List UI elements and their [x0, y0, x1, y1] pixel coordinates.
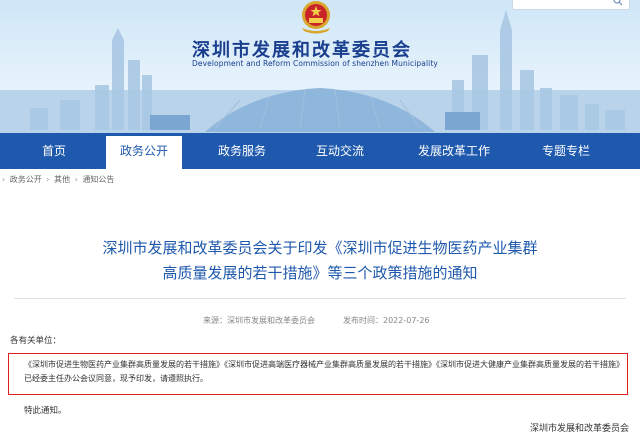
breadcrumb: › 政务公开 › 其他 › 通知公告 — [0, 174, 114, 188]
breadcrumb-item-disclosure[interactable]: 政务公开 — [10, 175, 42, 184]
article-source: 来源：深圳市发展和改革委员会 — [203, 315, 315, 326]
national-emblem-icon — [302, 1, 330, 34]
article-salutation: 各有关单位： — [10, 336, 62, 346]
nav-item-special-topics[interactable]: 专题专栏 — [528, 133, 604, 169]
source-value: 深圳市发展和改革委员会 — [227, 316, 315, 325]
nav-item-home[interactable]: 首页 — [22, 133, 86, 169]
title-divider — [14, 298, 626, 299]
article-title: 深圳市发展和改革委员会关于印发《深圳市促进生物医药产业集群 高质量发展的若干措施… — [60, 236, 580, 286]
article-closing: 特此通知。 — [24, 406, 67, 416]
site-header: 深圳市发展和改革委员会 Development and Reform Commi… — [0, 0, 640, 133]
article-title-line: 深圳市发展和改革委员会关于印发《深圳市促进生物医药产业集群 — [102, 239, 538, 257]
nav-item-development-reform-work[interactable]: 发展改革工作 — [408, 133, 500, 169]
breadcrumb-item-notices[interactable]: 通知公告 — [82, 175, 114, 184]
nav-item-government-affairs-disclosure[interactable]: 政务公开 — [106, 136, 182, 169]
breadcrumb-separator: › — [46, 175, 50, 184]
site-subtitle: Development and Reform Commission of she… — [192, 59, 438, 68]
search-input[interactable] — [512, 0, 630, 10]
date-value: 2022-07-26 — [383, 316, 430, 325]
breadcrumb-separator: › — [2, 175, 6, 184]
breadcrumb-item-other[interactable]: 其他 — [54, 175, 70, 184]
nav-item-interaction[interactable]: 互动交流 — [302, 133, 378, 169]
article-signature: 深圳市发展和改革委员会 — [530, 424, 630, 434]
date-label: 发布时间： — [343, 316, 383, 325]
article-date: 发布时间：2022-07-26 — [343, 315, 430, 326]
breadcrumb-separator: › — [74, 175, 78, 184]
main-nav: 首页 政务公开 政务服务 互动交流 发展改革工作 专题专栏 — [0, 133, 640, 169]
article-body-paragraph: 《深圳市促进生物医药产业集群高质量发展的若干措施》《深圳市促进高端医疗器械产业集… — [24, 360, 624, 383]
nav-item-government-services[interactable]: 政务服务 — [204, 133, 280, 169]
search-icon[interactable] — [613, 0, 623, 6]
article-title-line: 高质量发展的若干措施》等三个政策措施的通知 — [162, 264, 478, 282]
source-label: 来源： — [203, 316, 227, 325]
